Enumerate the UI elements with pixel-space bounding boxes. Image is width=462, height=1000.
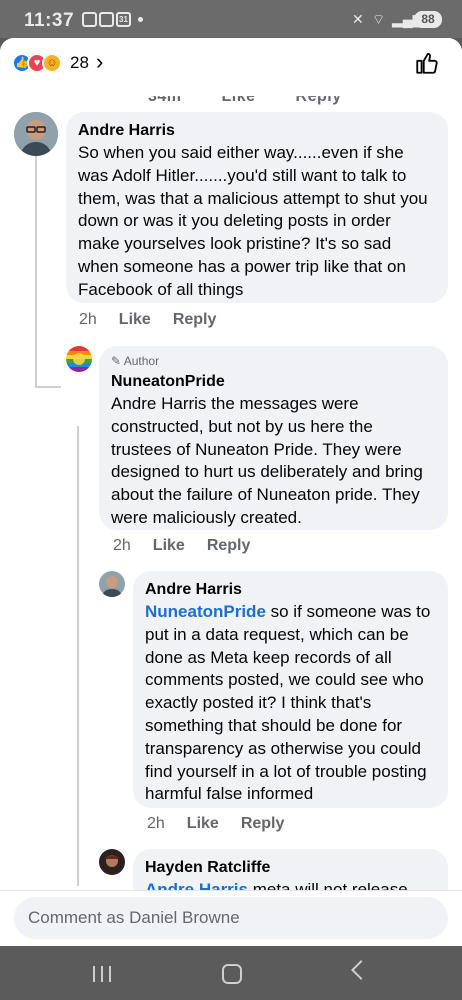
thread-connector (35, 386, 61, 388)
pride-logo-icon (66, 346, 92, 372)
comment-list[interactable]: 34m Like Reply Andre Harris So when you sa… (0, 92, 462, 890)
comment-author[interactable]: Andre Harris (145, 579, 436, 601)
reaction-summary[interactable]: 👍 ♥ ☺ (12, 53, 72, 73)
back-button[interactable] (351, 960, 371, 980)
reply-button[interactable]: Reply (207, 537, 251, 554)
comments-sheet: 👍 ♥ ☺ 28 › 34m Like Reply Andre Harris S… (0, 38, 462, 946)
avatar[interactable] (66, 346, 92, 372)
home-button[interactable] (222, 964, 242, 984)
comment-text: Andre Harris meta will not release (145, 879, 436, 890)
pencil-icon: ✎ (111, 354, 124, 368)
chevron-right-icon[interactable]: › (96, 49, 103, 75)
comment-bubble: ✎ Author NuneatonPride Andre Harris the … (99, 346, 448, 530)
comment-input[interactable]: Comment as Daniel Browne (14, 897, 448, 939)
notification-dot-icon (138, 17, 143, 22)
like-button[interactable]: Like (187, 815, 219, 832)
system-nav-bar (0, 946, 462, 1000)
timestamp: 2h (147, 815, 165, 832)
comment-composer-bar: Comment as Daniel Browne (0, 890, 462, 946)
comment-actions: 2h Like Reply (113, 537, 272, 555)
reply-button[interactable]: Reply (241, 815, 285, 832)
user-photo-icon (99, 849, 125, 875)
comment-bubble: Andre Harris NuneatonPride so if someone… (133, 571, 448, 808)
clock: 11:37 (24, 10, 75, 31)
comment-author[interactable]: Hayden Ratcliffe (145, 857, 436, 879)
status-bar: 11:37 31 ✕ ⌔ ▂▄▆ 88 (0, 0, 462, 38)
comment-text: Andre Harris the messages were construct… (111, 394, 423, 527)
timestamp: 2h (79, 311, 97, 328)
previous-comment-actions: 34m Like Reply (148, 92, 342, 105)
comment-actions: 2h Like Reply (147, 815, 306, 833)
thread-line (35, 156, 37, 388)
user-photo-icon (99, 571, 125, 597)
wifi-icon: ⌔ (372, 11, 386, 27)
battery-icon: 88 (414, 11, 442, 28)
gallery-icon (82, 12, 97, 27)
mute-icon: ✕ (352, 11, 364, 27)
care-reaction-icon: ☺ (42, 53, 62, 73)
reactions-header: 👍 ♥ ☺ 28 › (0, 38, 462, 92)
user-photo-icon (14, 112, 58, 156)
comment-author[interactable]: NuneatonPride (111, 371, 436, 393)
mention-link[interactable]: NuneatonPride (145, 602, 266, 621)
comment-bubble: Hayden Ratcliffe Andre Harris meta will … (133, 849, 448, 890)
like-button[interactable]: Like (119, 311, 151, 328)
comment-author[interactable]: Andre Harris (78, 120, 436, 142)
calendar-icon: 31 (116, 12, 131, 27)
recent-apps-button[interactable] (91, 966, 113, 982)
like-thumb-icon[interactable] (414, 50, 440, 76)
reply-button[interactable]: Reply (173, 311, 217, 328)
mention-link[interactable]: Andre Harris (145, 880, 248, 890)
comment-bubble: Andre Harris So when you said either way… (66, 112, 448, 303)
avatar[interactable] (99, 849, 125, 875)
comment-text: So when you said either way......even if… (78, 143, 428, 299)
photo-icon (99, 12, 114, 27)
comment-actions: 2h Like Reply (79, 311, 238, 329)
reaction-count[interactable]: 28 (70, 53, 89, 73)
thread-line (77, 426, 79, 886)
avatar[interactable] (99, 571, 125, 597)
timestamp: 2h (113, 537, 131, 554)
comment-text: NuneatonPride so if someone was to put i… (145, 602, 431, 804)
avatar[interactable] (14, 112, 58, 156)
like-button[interactable]: Like (153, 537, 185, 554)
author-badge: ✎ Author (111, 354, 160, 368)
